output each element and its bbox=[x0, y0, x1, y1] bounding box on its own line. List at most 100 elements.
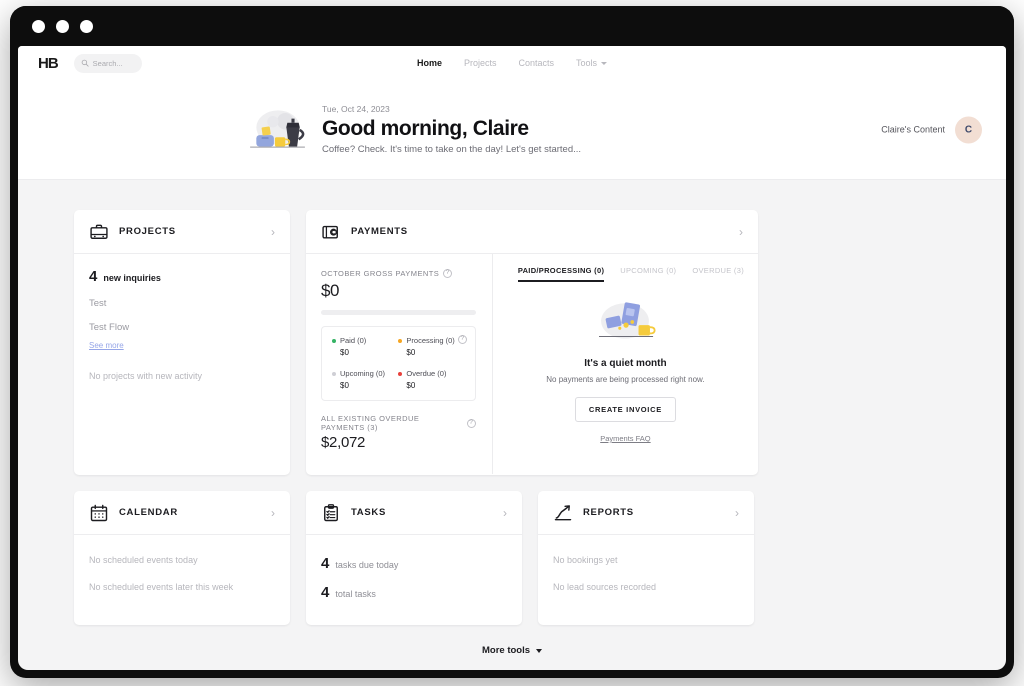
chevron-right-icon[interactable]: › bbox=[739, 226, 743, 238]
calendar-card-header[interactable]: CALENDAR › bbox=[74, 491, 290, 535]
new-inquiries-count: 4 bbox=[89, 268, 97, 285]
reports-card-header[interactable]: REPORTS › bbox=[538, 491, 754, 535]
calendar-card: CALENDAR › No scheduled events today No … bbox=[74, 491, 290, 625]
payments-card: PAYMENTS › OCTOBER GROSS PAYMENTS ? $0 bbox=[306, 210, 758, 475]
more-tools-label: More tools bbox=[482, 645, 530, 656]
greeting-date: Tue, Oct 24, 2023 bbox=[322, 104, 581, 114]
chevron-right-icon[interactable]: › bbox=[735, 507, 739, 519]
create-invoice-button[interactable]: CREATE INVOICE bbox=[575, 397, 676, 422]
briefcase-icon bbox=[89, 222, 109, 242]
tasks-total-count: 4 bbox=[321, 584, 329, 601]
window-titlebar bbox=[10, 6, 1014, 46]
tasks-due-today-label: tasks due today bbox=[335, 560, 398, 570]
nav-item-contacts[interactable]: Contacts bbox=[518, 58, 554, 68]
tab-overdue[interactable]: OVERDUE (3) bbox=[692, 266, 744, 282]
tab-upcoming[interactable]: UPCOMING (0) bbox=[620, 266, 676, 282]
tasks-due-today-count: 4 bbox=[321, 555, 329, 572]
minimize-window-button[interactable] bbox=[56, 20, 69, 33]
payments-card-header[interactable]: PAYMENTS › bbox=[306, 210, 758, 254]
overdue-total-label: ALL EXISTING OVERDUE PAYMENTS (3) bbox=[321, 414, 463, 432]
payments-breakdown: ? Paid (0) $0 bbox=[321, 326, 476, 401]
chevron-right-icon[interactable]: › bbox=[271, 507, 275, 519]
reports-card: REPORTS › No bookings yet No lead source… bbox=[538, 491, 754, 625]
reports-card-body: No bookings yet No lead sources recorded bbox=[538, 535, 754, 592]
app-logo[interactable]: HB bbox=[38, 55, 58, 72]
payments-card-title: PAYMENTS bbox=[351, 226, 408, 237]
dashboard: PROJECTS › 4 new inquiries Test Test Flo… bbox=[18, 180, 1006, 656]
breakdown-label-processing: Processing (0) bbox=[406, 336, 454, 345]
gross-payments-label-row: OCTOBER GROSS PAYMENTS ? bbox=[321, 269, 476, 278]
chevron-right-icon[interactable]: › bbox=[271, 226, 275, 238]
breakdown-item-upcoming: Upcoming (0) $0 bbox=[332, 369, 398, 390]
list-item[interactable]: Test Flow bbox=[89, 322, 275, 333]
quiet-month-illustration bbox=[588, 296, 662, 348]
breakdown-amount-overdue: $0 bbox=[406, 381, 464, 390]
calendar-card-title: CALENDAR bbox=[119, 507, 178, 518]
browser-window: HB Search... Home Projects Contacts Tool… bbox=[10, 6, 1014, 678]
new-inquiries-label: new inquiries bbox=[103, 273, 161, 283]
maximize-window-button[interactable] bbox=[80, 20, 93, 33]
greeting-content: Tue, Oct 24, 2023 Good morning, Claire C… bbox=[246, 103, 581, 157]
empty-state-subtitle: No payments are being processed right no… bbox=[546, 375, 704, 384]
breakdown-label-paid: Paid (0) bbox=[340, 336, 366, 345]
tasks-card-title: TASKS bbox=[351, 507, 386, 518]
see-more-link[interactable]: See more bbox=[89, 341, 124, 350]
chevron-down-icon bbox=[536, 649, 542, 653]
new-inquiries-stat: 4 new inquiries bbox=[89, 268, 275, 285]
tasks-card-body: 4 tasks due today 4 total tasks bbox=[306, 535, 522, 601]
close-window-button[interactable] bbox=[32, 20, 45, 33]
breakdown-item-processing: Processing (0) $0 bbox=[398, 336, 464, 357]
tab-paid-processing[interactable]: PAID/PROCESSING (0) bbox=[518, 266, 604, 282]
chevron-right-icon[interactable]: › bbox=[503, 507, 507, 519]
nav-item-tools[interactable]: Tools bbox=[576, 58, 607, 68]
help-icon[interactable]: ? bbox=[443, 269, 452, 278]
reports-line-leads: No lead sources recorded bbox=[553, 582, 739, 592]
reports-line-bookings: No bookings yet bbox=[553, 555, 739, 565]
payments-card-body: OCTOBER GROSS PAYMENTS ? $0 ? bbox=[306, 254, 758, 474]
tasks-total-label: total tasks bbox=[335, 589, 376, 599]
breakdown-amount-processing: $0 bbox=[406, 348, 464, 357]
empty-state-title: It's a quiet month bbox=[584, 358, 666, 369]
gross-payments-label: OCTOBER GROSS PAYMENTS bbox=[321, 269, 439, 278]
status-dot-processing bbox=[398, 339, 402, 343]
greeting-text: Tue, Oct 24, 2023 Good morning, Claire C… bbox=[322, 104, 581, 156]
more-tools-button[interactable]: More tools bbox=[74, 645, 950, 656]
calendar-line-week: No scheduled events later this week bbox=[89, 582, 275, 592]
dashboard-row-top: PROJECTS › 4 new inquiries Test Test Flo… bbox=[74, 210, 950, 475]
chevron-down-icon bbox=[601, 62, 607, 65]
tasks-card-header[interactable]: TASKS › bbox=[306, 491, 522, 535]
tasks-total-stat: 4 total tasks bbox=[321, 584, 507, 601]
account-name: Claire's Content bbox=[881, 125, 945, 135]
projects-card-title: PROJECTS bbox=[119, 226, 176, 237]
page-title: Good morning, Claire bbox=[322, 117, 581, 141]
nav-item-home[interactable]: Home bbox=[417, 58, 442, 68]
gross-payments-progress-bar bbox=[321, 310, 476, 315]
account-menu[interactable]: Claire's Content C bbox=[881, 116, 982, 143]
coffee-illustration bbox=[246, 103, 308, 157]
calendar-line-today: No scheduled events today bbox=[89, 555, 275, 565]
app-top-bar: HB Search... Home Projects Contacts Tool… bbox=[18, 46, 1006, 80]
app-viewport: HB Search... Home Projects Contacts Tool… bbox=[18, 46, 1006, 670]
status-dot-overdue bbox=[398, 372, 402, 376]
payments-faq-link[interactable]: Payments FAQ bbox=[600, 434, 650, 443]
breakdown-label-overdue: Overdue (0) bbox=[406, 369, 446, 378]
nav-item-projects[interactable]: Projects bbox=[464, 58, 497, 68]
projects-card-body: 4 new inquiries Test Test Flow See more … bbox=[74, 254, 290, 381]
overdue-total-value: $2,072 bbox=[321, 434, 476, 451]
projects-card-header[interactable]: PROJECTS › bbox=[74, 210, 290, 254]
breakdown-item-paid: Paid (0) $0 bbox=[332, 336, 398, 357]
tasks-due-today-stat: 4 tasks due today bbox=[321, 555, 507, 572]
search-input[interactable]: Search... bbox=[74, 54, 142, 73]
list-item[interactable]: Test bbox=[89, 298, 275, 309]
overdue-total-label-row: ALL EXISTING OVERDUE PAYMENTS (3) ? bbox=[321, 414, 476, 432]
search-icon bbox=[81, 59, 89, 67]
help-icon[interactable]: ? bbox=[467, 419, 476, 428]
main-nav: Home Projects Contacts Tools bbox=[417, 58, 607, 68]
breakdown-label-upcoming: Upcoming (0) bbox=[340, 369, 385, 378]
help-icon[interactable]: ? bbox=[458, 335, 467, 344]
reports-card-title: REPORTS bbox=[583, 507, 634, 518]
calendar-icon bbox=[89, 503, 109, 523]
avatar[interactable]: C bbox=[955, 116, 982, 143]
payments-detail-panel: PAID/PROCESSING (0) UPCOMING (0) OVERDUE… bbox=[492, 254, 758, 474]
breakdown-amount-paid: $0 bbox=[340, 348, 398, 357]
